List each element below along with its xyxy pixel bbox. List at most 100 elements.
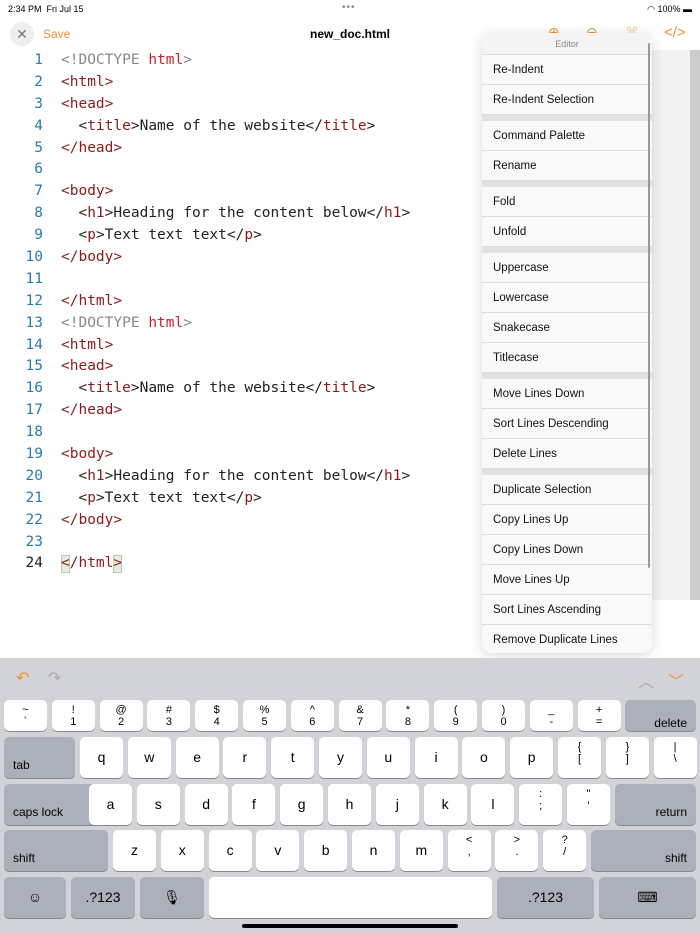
code-line[interactable]: 10 </body>	[0, 247, 480, 269]
undo-icon[interactable]: ↶	[16, 668, 29, 688]
code-line[interactable]: 1 <!DOCTYPE html>	[0, 50, 480, 72]
code-line[interactable]: 23	[0, 532, 480, 554]
code-line[interactable]: 2 <html>	[0, 72, 480, 94]
code-line[interactable]: 19 <body>	[0, 444, 480, 466]
key-s[interactable]: s	[136, 784, 180, 825]
key-8[interactable]: * 8	[386, 700, 430, 731]
dictation-key[interactable]: 🎙	[140, 877, 204, 918]
key-c[interactable]: c	[208, 830, 252, 871]
left-shift-key[interactable]: shift	[4, 830, 108, 871]
menu-item-sort-lines-ascending[interactable]: Sort Lines Ascending	[482, 595, 652, 625]
menu-item-move-lines-down[interactable]: Move Lines Down	[482, 379, 652, 409]
key-n[interactable]: n	[352, 830, 395, 871]
code-line[interactable]: 13 <!DOCTYPE html>	[0, 313, 480, 335]
key-.[interactable]: >.	[495, 830, 539, 871]
menu-item-uppercase[interactable]: Uppercase	[482, 253, 652, 283]
delete-key[interactable]: delete	[625, 700, 696, 731]
code-line[interactable]: 21 <p>Text text text</p>	[0, 488, 480, 510]
code-line[interactable]: 15 <head>	[0, 356, 480, 378]
key-=[interactable]: + =	[577, 700, 621, 731]
key-z[interactable]: z	[113, 830, 156, 871]
menu-item-sort-lines-descending[interactable]: Sort Lines Descending	[482, 409, 652, 439]
code-line[interactable]: 8 <h1>Heading for the content below</h1>	[0, 203, 480, 225]
code-editor[interactable]: 1 <!DOCTYPE html> 2 <html> 3 <head> 4 <title>N…	[0, 50, 480, 575]
key-j[interactable]: j	[375, 784, 419, 825]
key-f[interactable]: f	[232, 784, 276, 825]
previous-icon[interactable]: ︿	[638, 668, 654, 692]
numbers-key-left[interactable]: .?123	[71, 877, 135, 918]
key-6[interactable]: ^ 6	[290, 700, 334, 731]
key-q[interactable]: q	[80, 737, 123, 778]
key-e[interactable]: e	[175, 737, 219, 778]
key-9[interactable]: (9	[434, 700, 478, 731]
key-'[interactable]: " '	[567, 784, 610, 825]
emoji-key[interactable]: ☺	[4, 877, 66, 918]
key-`[interactable]: ~ `	[4, 700, 47, 731]
menu-item-command-palette[interactable]: Command Palette	[482, 121, 652, 151]
code-line[interactable]: 7 <body>	[0, 181, 480, 203]
scrollbar[interactable]	[690, 50, 700, 600]
multitask-icon[interactable]: •••	[342, 2, 356, 13]
return-key[interactable]: return	[615, 784, 696, 825]
right-shift-key[interactable]: shift	[591, 830, 696, 871]
key-x[interactable]: x	[160, 830, 204, 871]
key-3[interactable]: #3	[147, 700, 191, 731]
key-/[interactable]: ? /	[543, 830, 587, 871]
key-2[interactable]: @2	[99, 700, 143, 731]
code-line[interactable]: 18	[0, 422, 480, 444]
key-o[interactable]: o	[462, 737, 506, 778]
key-u[interactable]: u	[366, 737, 410, 778]
menu-item-lowercase[interactable]: Lowercase	[482, 283, 652, 313]
key-g[interactable]: g	[280, 784, 324, 825]
menu-item-copy-lines-up[interactable]: Copy Lines Up	[482, 505, 652, 535]
key-d[interactable]: d	[184, 784, 228, 825]
menu-item-titlecase[interactable]: Titlecase	[482, 343, 652, 373]
code-line[interactable]: 12 </html>	[0, 291, 480, 313]
key-m[interactable]: m	[399, 830, 443, 871]
key-[[interactable]: {[	[558, 737, 601, 778]
code-line[interactable]: 6	[0, 159, 480, 181]
code-line[interactable]: 5 </head>	[0, 138, 480, 160]
key-p[interactable]: p	[510, 737, 554, 778]
key-,[interactable]: <,	[447, 830, 491, 871]
key-l[interactable]: l	[471, 784, 515, 825]
key-7[interactable]: & 7	[338, 700, 382, 731]
code-toggle-icon[interactable]: </>	[664, 24, 686, 41]
key-4[interactable]: $4	[195, 700, 239, 731]
code-line[interactable]: 4 <title>Name of the website</title>	[0, 116, 480, 138]
menu-item-copy-lines-down[interactable]: Copy Lines Down	[482, 535, 652, 565]
key-0[interactable]: ) 0	[482, 700, 525, 731]
key-y[interactable]: y	[319, 737, 362, 778]
key-b[interactable]: b	[304, 830, 348, 871]
redo-icon[interactable]: ↷	[48, 668, 61, 688]
key-w[interactable]: w	[127, 737, 171, 778]
key-1[interactable]: ! 1	[51, 700, 95, 731]
code-line[interactable]: 17 </head>	[0, 400, 480, 422]
menu-item-rename[interactable]: Rename	[482, 151, 652, 181]
code-line[interactable]: 22 </body>	[0, 510, 480, 532]
key-v[interactable]: v	[256, 830, 300, 871]
key-;[interactable]: :;	[519, 784, 563, 825]
code-line[interactable]: 3 <head>	[0, 94, 480, 116]
code-line[interactable]: 9 <p>Text text text</p>	[0, 225, 480, 247]
space-key[interactable]	[209, 877, 492, 918]
key-r[interactable]: r	[223, 737, 267, 778]
code-line[interactable]: 11	[0, 269, 480, 291]
menu-item-move-lines-up[interactable]: Move Lines Up	[482, 565, 652, 595]
key-a[interactable]: a	[89, 784, 132, 825]
menu-item-fold[interactable]: Fold	[482, 187, 652, 217]
key-][interactable]: }]	[605, 737, 649, 778]
menu-scrollbar[interactable]	[648, 43, 650, 568]
key-t[interactable]: t	[271, 737, 315, 778]
menu-item-delete-lines[interactable]: Delete Lines	[482, 439, 652, 469]
code-line[interactable]: 20 <h1>Heading for the content below</h1…	[0, 466, 480, 488]
menu-item-remove-duplicate-lines[interactable]: Remove Duplicate Lines	[482, 625, 652, 653]
key--[interactable]: _ -	[529, 700, 573, 731]
menu-item-duplicate-selection[interactable]: Duplicate Selection	[482, 475, 652, 505]
numbers-key-right[interactable]: .?123	[497, 877, 594, 918]
code-line[interactable]: 24 </html>	[0, 553, 480, 575]
tab-key[interactable]: tab	[4, 737, 75, 778]
hide-keyboard-key[interactable]: ⌨	[599, 877, 696, 918]
code-line[interactable]: 16 <title>Name of the website</title>	[0, 378, 480, 400]
key-i[interactable]: i	[414, 737, 458, 778]
